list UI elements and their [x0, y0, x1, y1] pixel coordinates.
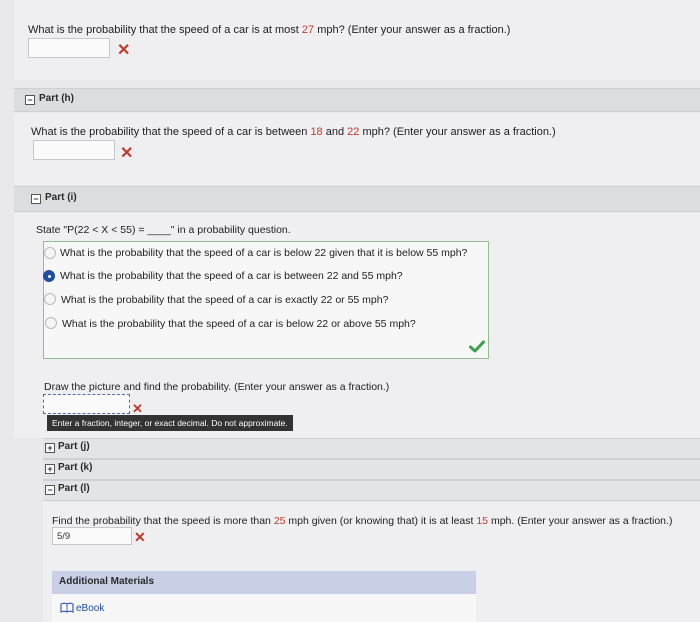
additional-materials-title: Additional Materials — [59, 576, 155, 587]
cross-mark-icon: ✕ — [134, 529, 146, 545]
radio-option-4[interactable] — [45, 317, 57, 329]
cross-mark-icon: ✕ — [120, 145, 134, 162]
part-j-label: Part (j) — [58, 441, 90, 452]
draw-picture-prompt: Draw the picture and find the probabilit… — [44, 381, 390, 393]
part-i-header[interactable] — [14, 186, 700, 212]
part-l-label: Part (l) — [58, 483, 90, 494]
expand-icon[interactable]: + — [45, 464, 55, 474]
collapse-icon[interactable]: − — [25, 95, 35, 105]
part-h-content — [14, 113, 700, 185]
book-icon[interactable] — [60, 602, 74, 616]
part-h-header[interactable] — [14, 88, 700, 112]
cross-mark-icon: ✕ — [117, 42, 131, 59]
collapse-icon[interactable]: − — [31, 194, 41, 204]
ebook-link[interactable]: eBook — [76, 603, 104, 614]
check-mark-icon — [469, 340, 485, 356]
part-k-header[interactable] — [43, 459, 700, 480]
option-label-3: What is the probability that the speed o… — [61, 294, 389, 306]
part-h-question: What is the probability that the speed o… — [31, 126, 556, 138]
part-h-label: Part (h) — [39, 93, 74, 104]
part-i-label: Part (i) — [45, 192, 77, 203]
collapse-icon[interactable]: − — [45, 485, 55, 495]
part-l-header[interactable] — [43, 480, 700, 501]
part-l-question: Find the probability that the speed is m… — [52, 515, 673, 527]
input-hint-tooltip: Enter a fraction, integer, or exact deci… — [47, 415, 293, 431]
part-h-answer-input[interactable] — [33, 140, 115, 160]
radio-option-3[interactable] — [44, 293, 56, 305]
part-i-prompt: State "P(22 < X < 55) = ____" in a proba… — [36, 224, 291, 236]
part-i-answer-input[interactable] — [43, 394, 130, 414]
radio-option-2[interactable] — [43, 270, 55, 282]
option-label-4: What is the probability that the speed o… — [62, 318, 416, 330]
option-label-1: What is the probability that the speed o… — [60, 247, 468, 259]
radio-option-1[interactable] — [44, 247, 56, 259]
part-j-header[interactable] — [43, 438, 700, 459]
expand-icon[interactable]: + — [45, 443, 55, 453]
part-l-answer-input[interactable] — [52, 527, 132, 545]
part-g-answer-input[interactable] — [28, 38, 110, 58]
part-k-label: Part (k) — [58, 462, 93, 473]
part-g-content — [14, 0, 700, 80]
additional-materials-body — [52, 594, 476, 622]
option-label-2: What is the probability that the speed o… — [60, 270, 403, 282]
part-g-question: What is the probability that the speed o… — [28, 24, 511, 36]
